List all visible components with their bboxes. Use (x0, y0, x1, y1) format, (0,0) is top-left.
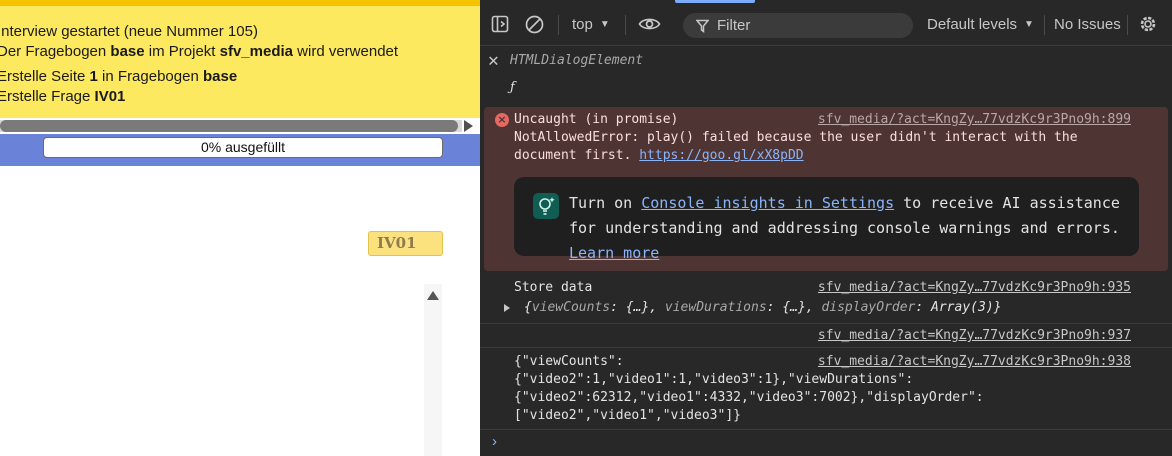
insight-text: Turn on Console insights in Settings to … (569, 191, 1129, 266)
debug-line-1: Interview gestartet (neue Nummer 105) (0, 23, 258, 41)
toolbar-divider (1044, 15, 1045, 35)
log-levels-dropdown[interactable]: Default levels ▼ (927, 13, 1034, 35)
row-divider (480, 429, 1172, 430)
scrollbar-thumb[interactable] (0, 120, 458, 132)
progress-label: 0% ausgefüllt (200, 139, 286, 155)
error-line: document first. https://goo.gl/xX8pDD (514, 147, 804, 165)
error-line: NotAllowedError: play() failed because t… (514, 130, 1078, 145)
context-selector[interactable]: top ▼ (572, 13, 610, 35)
console-message-dialog[interactable]: ✕ HTMLDialogElement ƒ (480, 47, 1172, 105)
console-toolbar: top ▼ Default levels ▼ No Issues (480, 0, 1172, 46)
error-help-link[interactable]: https://goo.gl/xX8pDD (639, 148, 803, 163)
survey-page: Interview gestartet (neue Nummer 105) De… (0, 0, 480, 456)
json-line: {"video2":1,"video1":1,"video3":1},"view… (514, 372, 914, 387)
issues-button[interactable]: No Issues (1054, 13, 1121, 35)
clear-console-icon[interactable] (525, 13, 544, 35)
active-tab-indicator (675, 0, 755, 3)
debug-text: Erstelle Frage (0, 88, 95, 105)
error-line-text: document first. (514, 148, 640, 163)
error-source-link[interactable]: sfv_media/?act=KngZy…77vdzKc9r3Pno9h:899 (818, 111, 1131, 129)
error-icon: × (495, 113, 509, 127)
console-prompt-chevron-icon[interactable]: › (492, 433, 497, 450)
chevron-down-icon: ▼ (599, 18, 610, 30)
json-line: {"viewCounts": (514, 354, 624, 369)
console-log-empty: sfv_media/?act=KngZy…77vdzKc9r3Pno9h:937 (480, 327, 1172, 347)
toolbar-divider (558, 15, 559, 35)
scroll-right-arrow-icon[interactable] (464, 120, 473, 132)
debug-bold-text: sfv_media (219, 43, 293, 60)
error-title: Uncaught (in promise) (514, 112, 679, 127)
close-icon[interactable]: ✕ (488, 52, 499, 70)
object-key: displayOrder (821, 300, 916, 315)
log-source-link[interactable]: sfv_media/?act=KngZy…77vdzKc9r3Pno9h:938 (818, 353, 1131, 371)
log-source-link[interactable]: sfv_media/?act=KngZy…77vdzKc9r3Pno9h:935 (818, 279, 1131, 297)
filter-box[interactable] (683, 13, 913, 38)
lightbulb-icon (533, 193, 559, 219)
expandable-object[interactable]: {viewCounts: {…}, viewDurations: {…}, di… (504, 299, 1001, 317)
filter-input[interactable] (717, 17, 907, 34)
console-log-json: sfv_media/?act=KngZy…77vdzKc9r3Pno9h:938… (480, 353, 1172, 429)
issues-label: No Issues (1054, 15, 1121, 33)
vertical-scrollbar[interactable] (424, 284, 442, 456)
debug-text: Der Fragebogen (0, 43, 111, 60)
insight-text-pre: Turn on (569, 194, 642, 212)
console-insights-settings-link[interactable]: Console insights in Settings (641, 194, 894, 212)
object-key: viewDurations (664, 300, 767, 315)
log-label: Store data (514, 280, 593, 295)
row-divider (480, 347, 1172, 348)
live-expression-eye-icon[interactable] (638, 13, 661, 35)
debug-line-4: Erstelle Frage IV01 (0, 88, 125, 106)
console-settings-gear-icon[interactable] (1138, 13, 1158, 35)
debug-text: Erstelle Seite (0, 68, 90, 85)
row-divider (480, 323, 1172, 324)
context-label: top (572, 15, 593, 33)
toolbar-divider (625, 15, 626, 35)
debug-bold-text: base (110, 43, 145, 60)
filter-funnel-icon (696, 19, 709, 33)
json-line: {"video2":62312,"video1":4332,"video3":7… (514, 390, 984, 405)
console-log-store-data: Store data sfv_media/?act=KngZy…77vdzKc9… (480, 279, 1172, 323)
horizontal-scrollbar[interactable] (0, 118, 480, 134)
learn-more-link[interactable]: Learn more (569, 244, 659, 262)
expand-triangle-icon[interactable] (504, 304, 510, 312)
progress-band: 0% ausgefüllt (0, 134, 480, 166)
json-line: ["video2","video1","video3"]} (514, 408, 741, 423)
console-insights-banner: Turn on Console insights in Settings to … (514, 177, 1139, 262)
debug-text: in Fragebogen (97, 68, 203, 85)
debug-line-2: Der Fragebogen base im Projekt sfv_media… (0, 43, 398, 61)
console-error-message: × Uncaught (in promise) sfv_media/?act=K… (484, 107, 1168, 271)
debug-line-3: Erstelle Seite 1 in Fragebogen base (0, 68, 237, 86)
toolbar-divider (1127, 15, 1128, 35)
debug-text: Interview gestartet (neue Nummer 105) (0, 23, 258, 40)
object-value: Array(3) (931, 300, 994, 315)
debug-text: wird verwendet (293, 43, 399, 60)
dialog-class-name: HTMLDialogElement (510, 53, 644, 68)
log-source-link[interactable]: sfv_media/?act=KngZy…77vdzKc9r3Pno9h:937 (818, 327, 1131, 345)
chevron-down-icon: ▼ (1024, 18, 1034, 30)
debug-info-box: Interview gestartet (neue Nummer 105) De… (0, 6, 480, 118)
object-key: viewCounts (531, 300, 611, 315)
debug-bold-text: 1 (89, 68, 98, 85)
sidebar-toggle-icon[interactable] (491, 13, 509, 35)
object-value: {…} (625, 300, 650, 315)
question-id-badge: IV01 (368, 231, 443, 256)
log-levels-label: Default levels (927, 15, 1018, 33)
object-value: {…} (782, 300, 806, 315)
devtools-panel: top ▼ Default levels ▼ No Issues ✕ HTMLD… (480, 0, 1172, 456)
function-glyph: ƒ (510, 80, 515, 95)
debug-text: im Projekt (144, 43, 220, 60)
debug-bold-text: IV01 (94, 88, 126, 105)
debug-bold-text: base (202, 68, 238, 85)
scroll-up-arrow-icon[interactable] (427, 291, 439, 300)
progress-bar: 0% ausgefüllt (43, 137, 443, 158)
